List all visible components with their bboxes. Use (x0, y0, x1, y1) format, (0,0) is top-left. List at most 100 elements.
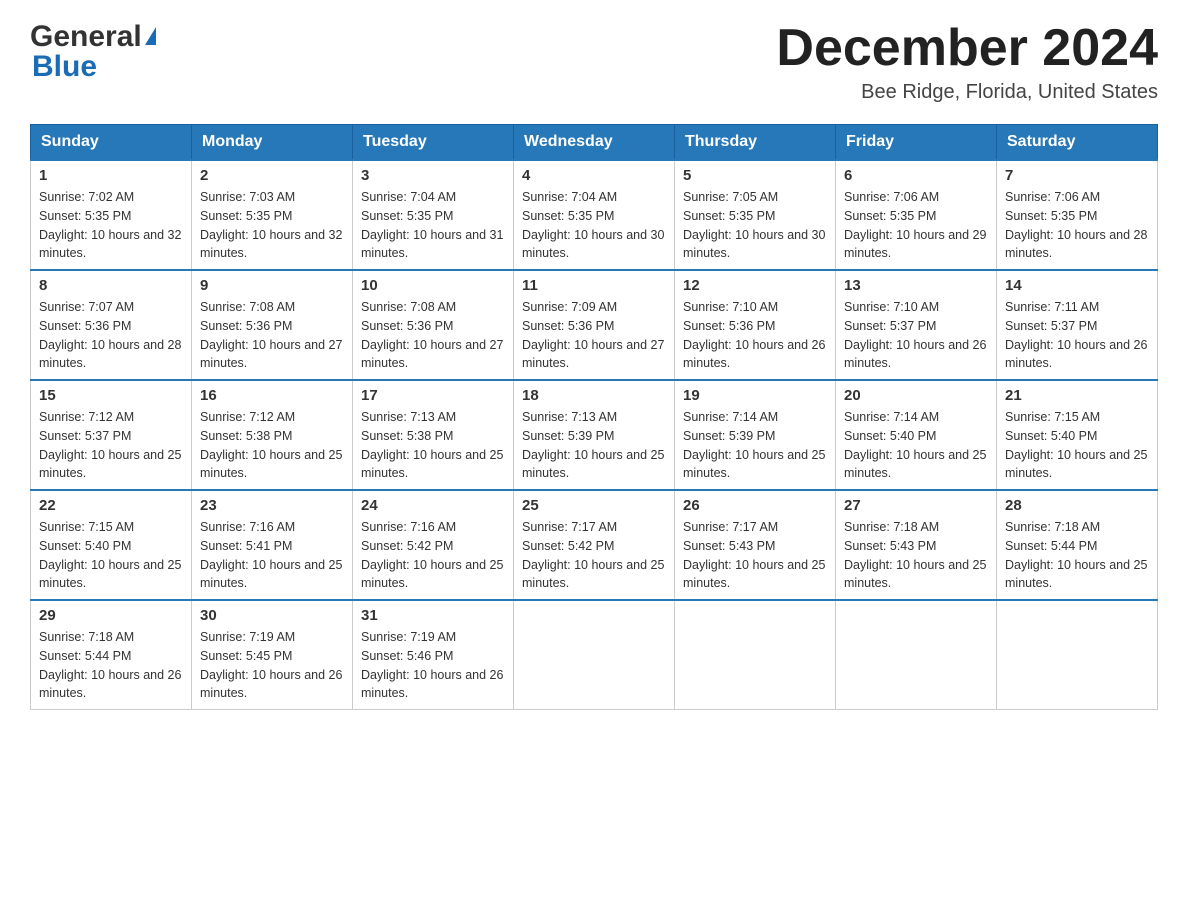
day-number: 19 (683, 387, 827, 404)
calendar-cell: 25 Sunrise: 7:17 AM Sunset: 5:42 PM Dayl… (514, 490, 675, 600)
calendar-cell: 24 Sunrise: 7:16 AM Sunset: 5:42 PM Dayl… (353, 490, 514, 600)
day-info: Sunrise: 7:09 AM Sunset: 5:36 PM Dayligh… (522, 298, 666, 373)
day-number: 22 (39, 497, 183, 514)
day-number: 12 (683, 277, 827, 294)
day-header-friday: Friday (836, 125, 997, 161)
day-info: Sunrise: 7:16 AM Sunset: 5:42 PM Dayligh… (361, 518, 505, 593)
day-header-monday: Monday (192, 125, 353, 161)
day-number: 21 (1005, 387, 1149, 404)
day-number: 20 (844, 387, 988, 404)
calendar-cell: 16 Sunrise: 7:12 AM Sunset: 5:38 PM Dayl… (192, 380, 353, 490)
calendar-table: SundayMondayTuesdayWednesdayThursdayFrid… (30, 124, 1158, 710)
day-info: Sunrise: 7:16 AM Sunset: 5:41 PM Dayligh… (200, 518, 344, 593)
day-number: 9 (200, 277, 344, 294)
calendar-cell (997, 600, 1158, 710)
day-info: Sunrise: 7:10 AM Sunset: 5:36 PM Dayligh… (683, 298, 827, 373)
calendar-cell: 26 Sunrise: 7:17 AM Sunset: 5:43 PM Dayl… (675, 490, 836, 600)
day-number: 4 (522, 167, 666, 184)
calendar-cell: 17 Sunrise: 7:13 AM Sunset: 5:38 PM Dayl… (353, 380, 514, 490)
day-info: Sunrise: 7:08 AM Sunset: 5:36 PM Dayligh… (200, 298, 344, 373)
day-info: Sunrise: 7:13 AM Sunset: 5:39 PM Dayligh… (522, 408, 666, 483)
day-header-thursday: Thursday (675, 125, 836, 161)
day-info: Sunrise: 7:19 AM Sunset: 5:45 PM Dayligh… (200, 628, 344, 703)
calendar-cell: 11 Sunrise: 7:09 AM Sunset: 5:36 PM Dayl… (514, 270, 675, 380)
day-info: Sunrise: 7:18 AM Sunset: 5:43 PM Dayligh… (844, 518, 988, 593)
week-row-2: 8 Sunrise: 7:07 AM Sunset: 5:36 PM Dayli… (31, 270, 1158, 380)
day-info: Sunrise: 7:17 AM Sunset: 5:42 PM Dayligh… (522, 518, 666, 593)
calendar-cell: 6 Sunrise: 7:06 AM Sunset: 5:35 PM Dayli… (836, 160, 997, 270)
page-header: General Blue December 2024 Bee Ridge, Fl… (30, 20, 1158, 104)
calendar-cell: 12 Sunrise: 7:10 AM Sunset: 5:36 PM Dayl… (675, 270, 836, 380)
week-row-1: 1 Sunrise: 7:02 AM Sunset: 5:35 PM Dayli… (31, 160, 1158, 270)
day-info: Sunrise: 7:06 AM Sunset: 5:35 PM Dayligh… (1005, 188, 1149, 263)
day-number: 18 (522, 387, 666, 404)
day-info: Sunrise: 7:04 AM Sunset: 5:35 PM Dayligh… (361, 188, 505, 263)
day-number: 3 (361, 167, 505, 184)
month-title: December 2024 (776, 20, 1158, 77)
calendar-cell: 23 Sunrise: 7:16 AM Sunset: 5:41 PM Dayl… (192, 490, 353, 600)
calendar-cell: 3 Sunrise: 7:04 AM Sunset: 5:35 PM Dayli… (353, 160, 514, 270)
day-number: 30 (200, 607, 344, 624)
calendar-cell: 13 Sunrise: 7:10 AM Sunset: 5:37 PM Dayl… (836, 270, 997, 380)
calendar-cell: 28 Sunrise: 7:18 AM Sunset: 5:44 PM Dayl… (997, 490, 1158, 600)
day-header-tuesday: Tuesday (353, 125, 514, 161)
day-number: 7 (1005, 167, 1149, 184)
day-info: Sunrise: 7:07 AM Sunset: 5:36 PM Dayligh… (39, 298, 183, 373)
day-number: 14 (1005, 277, 1149, 294)
day-info: Sunrise: 7:12 AM Sunset: 5:38 PM Dayligh… (200, 408, 344, 483)
day-info: Sunrise: 7:18 AM Sunset: 5:44 PM Dayligh… (39, 628, 183, 703)
day-info: Sunrise: 7:10 AM Sunset: 5:37 PM Dayligh… (844, 298, 988, 373)
day-header-saturday: Saturday (997, 125, 1158, 161)
day-info: Sunrise: 7:19 AM Sunset: 5:46 PM Dayligh… (361, 628, 505, 703)
day-number: 26 (683, 497, 827, 514)
day-info: Sunrise: 7:04 AM Sunset: 5:35 PM Dayligh… (522, 188, 666, 263)
calendar-cell (514, 600, 675, 710)
day-info: Sunrise: 7:13 AM Sunset: 5:38 PM Dayligh… (361, 408, 505, 483)
day-info: Sunrise: 7:03 AM Sunset: 5:35 PM Dayligh… (200, 188, 344, 263)
day-number: 17 (361, 387, 505, 404)
day-number: 31 (361, 607, 505, 624)
day-number: 24 (361, 497, 505, 514)
days-header-row: SundayMondayTuesdayWednesdayThursdayFrid… (31, 125, 1158, 161)
day-info: Sunrise: 7:08 AM Sunset: 5:36 PM Dayligh… (361, 298, 505, 373)
day-number: 15 (39, 387, 183, 404)
day-header-sunday: Sunday (31, 125, 192, 161)
day-number: 16 (200, 387, 344, 404)
calendar-cell: 19 Sunrise: 7:14 AM Sunset: 5:39 PM Dayl… (675, 380, 836, 490)
week-row-3: 15 Sunrise: 7:12 AM Sunset: 5:37 PM Dayl… (31, 380, 1158, 490)
calendar-cell: 2 Sunrise: 7:03 AM Sunset: 5:35 PM Dayli… (192, 160, 353, 270)
calendar-cell: 8 Sunrise: 7:07 AM Sunset: 5:36 PM Dayli… (31, 270, 192, 380)
day-number: 28 (1005, 497, 1149, 514)
calendar-cell: 14 Sunrise: 7:11 AM Sunset: 5:37 PM Dayl… (997, 270, 1158, 380)
day-info: Sunrise: 7:14 AM Sunset: 5:39 PM Dayligh… (683, 408, 827, 483)
week-row-4: 22 Sunrise: 7:15 AM Sunset: 5:40 PM Dayl… (31, 490, 1158, 600)
day-number: 10 (361, 277, 505, 294)
logo: General Blue (30, 20, 156, 84)
calendar-cell: 7 Sunrise: 7:06 AM Sunset: 5:35 PM Dayli… (997, 160, 1158, 270)
calendar-cell: 31 Sunrise: 7:19 AM Sunset: 5:46 PM Dayl… (353, 600, 514, 710)
calendar-cell: 5 Sunrise: 7:05 AM Sunset: 5:35 PM Dayli… (675, 160, 836, 270)
day-info: Sunrise: 7:17 AM Sunset: 5:43 PM Dayligh… (683, 518, 827, 593)
calendar-cell: 18 Sunrise: 7:13 AM Sunset: 5:39 PM Dayl… (514, 380, 675, 490)
day-number: 11 (522, 277, 666, 294)
calendar-cell: 1 Sunrise: 7:02 AM Sunset: 5:35 PM Dayli… (31, 160, 192, 270)
calendar-cell: 15 Sunrise: 7:12 AM Sunset: 5:37 PM Dayl… (31, 380, 192, 490)
calendar-cell: 9 Sunrise: 7:08 AM Sunset: 5:36 PM Dayli… (192, 270, 353, 380)
title-section: December 2024 Bee Ridge, Florida, United… (776, 20, 1158, 104)
week-row-5: 29 Sunrise: 7:18 AM Sunset: 5:44 PM Dayl… (31, 600, 1158, 710)
day-info: Sunrise: 7:18 AM Sunset: 5:44 PM Dayligh… (1005, 518, 1149, 593)
day-info: Sunrise: 7:15 AM Sunset: 5:40 PM Dayligh… (1005, 408, 1149, 483)
logo-blue-text: Blue (32, 50, 97, 84)
day-number: 2 (200, 167, 344, 184)
day-info: Sunrise: 7:15 AM Sunset: 5:40 PM Dayligh… (39, 518, 183, 593)
day-number: 5 (683, 167, 827, 184)
day-header-wednesday: Wednesday (514, 125, 675, 161)
day-info: Sunrise: 7:11 AM Sunset: 5:37 PM Dayligh… (1005, 298, 1149, 373)
day-number: 23 (200, 497, 344, 514)
logo-general-text: General (30, 20, 142, 54)
calendar-cell: 30 Sunrise: 7:19 AM Sunset: 5:45 PM Dayl… (192, 600, 353, 710)
logo-triangle-icon (145, 27, 156, 45)
calendar-cell: 10 Sunrise: 7:08 AM Sunset: 5:36 PM Dayl… (353, 270, 514, 380)
calendar-cell (836, 600, 997, 710)
day-number: 13 (844, 277, 988, 294)
